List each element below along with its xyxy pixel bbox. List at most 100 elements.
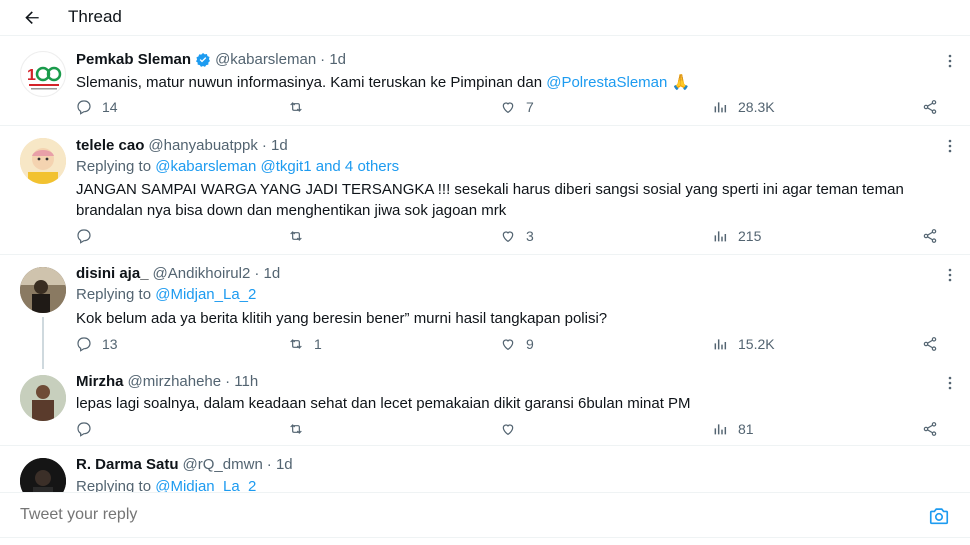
- display-name[interactable]: disini aja_: [76, 265, 149, 282]
- tweet[interactable]: telele cao @hanyabuatppk · 1d Replying t…: [0, 126, 970, 255]
- reply-icon: [77, 229, 91, 244]
- reply-count: 13: [102, 336, 118, 352]
- top-bar: Thread: [0, 0, 970, 36]
- retweet-button[interactable]: [288, 99, 314, 115]
- more-icon[interactable]: [942, 375, 958, 391]
- share-button[interactable]: [922, 421, 948, 437]
- timestamp[interactable]: · 1d: [320, 51, 346, 68]
- tweet-header: Mirzha @mirzhahehe · 11h: [76, 373, 258, 390]
- views-button[interactable]: 28.3K: [712, 99, 775, 115]
- reply-input[interactable]: [20, 506, 880, 524]
- share-icon: [923, 337, 937, 351]
- reply-icon: [77, 422, 91, 437]
- tweet-text: Kok belum ada ya berita klitih yang bere…: [76, 310, 608, 327]
- views-button[interactable]: 15.2K: [712, 336, 775, 352]
- replying-label: Replying to: [76, 158, 156, 175]
- reply-composer: [0, 492, 970, 538]
- like-button[interactable]: 9: [500, 336, 534, 352]
- display-name[interactable]: Pemkab Sleman: [76, 51, 191, 68]
- replying-to: Replying to @Midjan_La_2: [76, 286, 256, 303]
- more-icon[interactable]: [942, 53, 958, 69]
- handle[interactable]: @hanyabuatppk: [148, 137, 257, 154]
- display-name[interactable]: Mirzha: [76, 373, 124, 390]
- like-button[interactable]: 7: [500, 99, 534, 115]
- tweet-header: R. Darma Satu @rQ_dmwn · 1d: [76, 456, 293, 473]
- replying-label: Replying to: [76, 286, 156, 303]
- tweet[interactable]: Mirzha @mirzhahehe · 11h lepas lagi soal…: [0, 363, 970, 446]
- avatar[interactable]: 1: [20, 51, 66, 97]
- more-icon[interactable]: [942, 267, 958, 283]
- retweet-button[interactable]: [288, 228, 314, 244]
- tweet[interactable]: disini aja_ @Andikhoirul2 · 1d Replying …: [0, 255, 970, 369]
- camera-icon[interactable]: [928, 505, 950, 527]
- tweet-text: Slemanis, matur nuwun informasinya. Kami…: [76, 72, 936, 93]
- display-name[interactable]: R. Darma Satu: [76, 456, 179, 473]
- like-count: 9: [526, 336, 534, 352]
- avatar[interactable]: [20, 267, 66, 313]
- handle[interactable]: @Andikhoirul2: [153, 265, 251, 282]
- avatar[interactable]: [20, 458, 66, 492]
- handle[interactable]: @rQ_dmwn: [183, 456, 263, 473]
- share-button[interactable]: [922, 99, 948, 115]
- retweet-icon: [290, 102, 302, 112]
- like-button[interactable]: [500, 421, 526, 437]
- views-icon: [714, 424, 727, 435]
- timestamp[interactable]: · 1d: [267, 456, 293, 473]
- like-button[interactable]: 3: [500, 228, 534, 244]
- retweet-button[interactable]: [288, 421, 314, 437]
- tweet-text: JANGAN SAMPAI WARGA YANG JADI TERSANGKA …: [76, 181, 904, 219]
- views-button[interactable]: 215: [712, 228, 761, 244]
- replying-to: Replying to @kabarsleman @tkgit1 and 4 o…: [76, 158, 399, 175]
- reply-icon: [77, 337, 91, 352]
- timestamp[interactable]: · 11h: [225, 373, 258, 390]
- display-name[interactable]: telele cao: [76, 137, 144, 154]
- avatar[interactable]: [20, 375, 66, 421]
- share-icon: [923, 229, 937, 243]
- share-button[interactable]: [922, 336, 948, 352]
- retweet-count: 1: [314, 336, 322, 352]
- handle[interactable]: @kabarsleman: [215, 51, 316, 68]
- mention-link[interactable]: @PolrestaSleman: [546, 74, 667, 91]
- retweet-icon: [290, 231, 302, 241]
- verified-badge-icon: [195, 52, 211, 68]
- tweet-actions: 81: [76, 421, 946, 441]
- like-icon: [502, 339, 514, 351]
- reply-button[interactable]: 13: [76, 336, 118, 352]
- replying-mentions[interactable]: @kabarsleman @tkgit1 and 4 others: [155, 158, 399, 175]
- like-icon: [502, 231, 514, 243]
- more-icon[interactable]: [942, 138, 958, 154]
- replying-mentions[interactable]: @Midjan_La_2: [155, 478, 256, 492]
- views-button[interactable]: 81: [712, 421, 754, 437]
- retweet-button[interactable]: 1: [288, 336, 322, 352]
- share-icon: [923, 422, 937, 436]
- reply-button[interactable]: [76, 228, 102, 244]
- reply-count: 14: [102, 99, 118, 115]
- like-icon: [502, 102, 514, 114]
- tweet[interactable]: 1 Pemkab Sleman @kabarsleman · 1d Sleman…: [0, 37, 970, 126]
- replying-mentions[interactable]: @Midjan_La_2: [155, 286, 256, 303]
- tweet-header: telele cao @hanyabuatppk · 1d: [76, 137, 288, 154]
- timestamp[interactable]: · 1d: [262, 137, 288, 154]
- views-icon: [714, 339, 727, 350]
- emoji: 🙏: [667, 74, 691, 91]
- replying-label: Replying to: [76, 478, 156, 492]
- svg-text:1: 1: [27, 67, 36, 84]
- timestamp[interactable]: · 1d: [254, 265, 280, 282]
- like-icon: [502, 424, 514, 436]
- handle[interactable]: @mirzhahehe: [128, 373, 222, 390]
- tweet-actions: 14 7 28.3K: [76, 99, 946, 119]
- back-arrow-icon[interactable]: [20, 6, 44, 30]
- tweet-header: disini aja_ @Andikhoirul2 · 1d: [76, 265, 280, 282]
- page-title: Thread: [68, 7, 122, 26]
- reply-button[interactable]: [76, 421, 102, 437]
- reply-button[interactable]: 14: [76, 99, 118, 115]
- thread-line: [42, 317, 44, 369]
- retweet-icon: [290, 339, 302, 349]
- tweet-actions: 3 215: [76, 228, 946, 248]
- views-count: 81: [738, 421, 754, 437]
- avatar[interactable]: [20, 138, 66, 184]
- like-count: 7: [526, 99, 534, 115]
- share-button[interactable]: [922, 228, 948, 244]
- tweet[interactable]: R. Darma Satu @rQ_dmwn · 1d Replying to …: [0, 446, 970, 492]
- tweet-text-body: Slemanis, matur nuwun informasinya. Kami…: [76, 74, 547, 91]
